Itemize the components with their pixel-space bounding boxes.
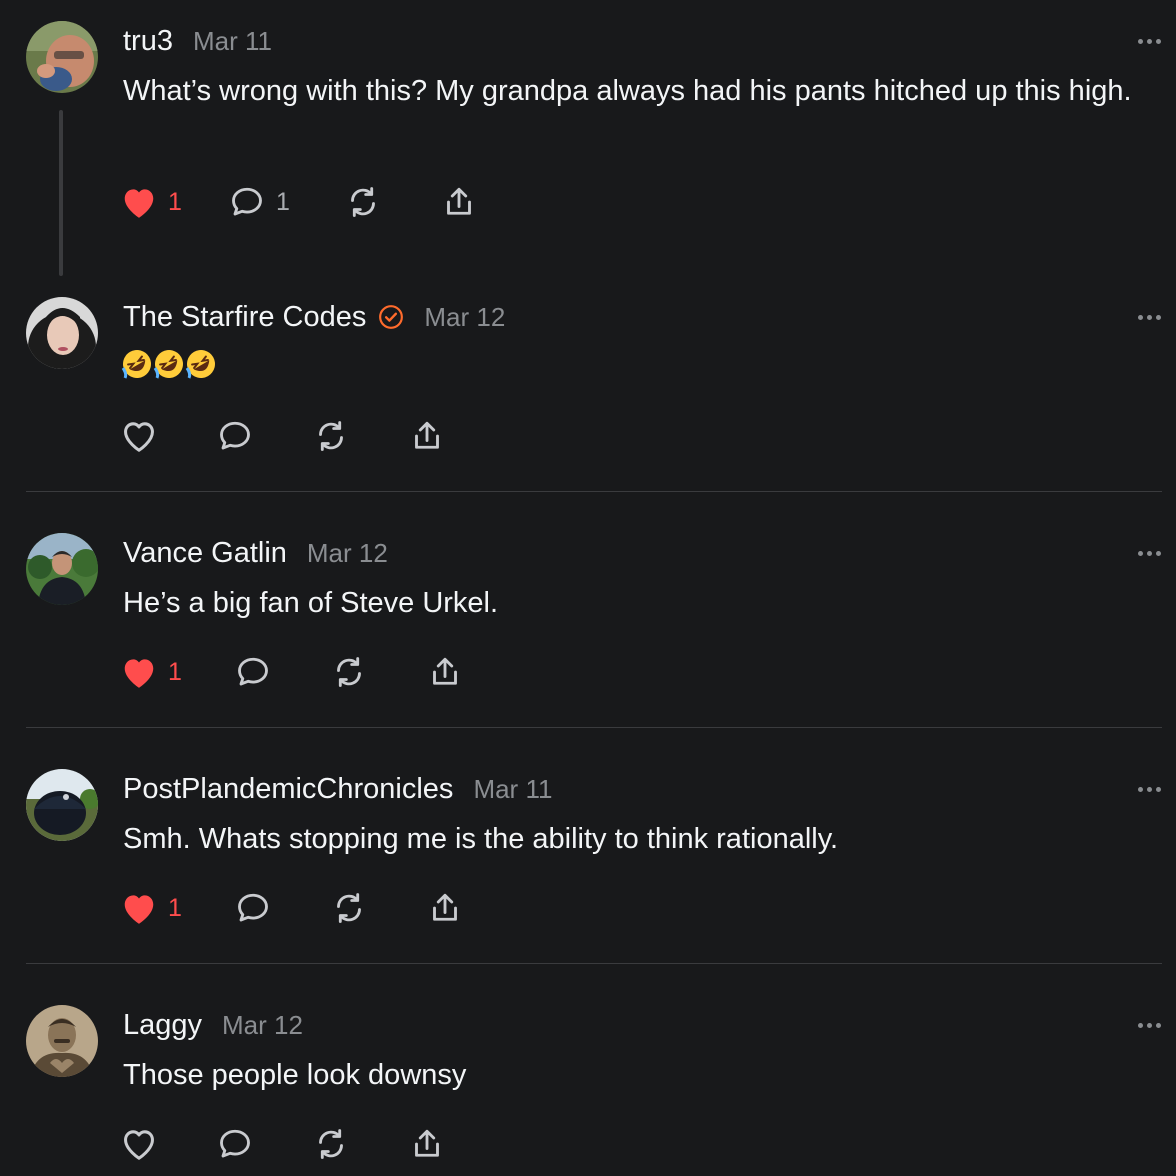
comment-bubble-icon bbox=[234, 890, 272, 926]
repost-button[interactable] bbox=[330, 886, 426, 930]
comment-button[interactable] bbox=[216, 1122, 312, 1166]
avatar-vance-gatlin[interactable] bbox=[26, 533, 98, 605]
more-options-icon[interactable] bbox=[1136, 784, 1162, 794]
comment-bubble-icon bbox=[234, 654, 272, 690]
comment-button[interactable] bbox=[234, 650, 330, 694]
more-options-icon[interactable] bbox=[1136, 1020, 1162, 1030]
post-date: Mar 12 bbox=[306, 537, 388, 568]
share-icon bbox=[440, 184, 478, 220]
post-starfire: The Starfire Codes Mar 12 🤣🤣🤣 bbox=[0, 290, 1176, 492]
post-actions: 1 1 bbox=[120, 180, 478, 224]
share-button[interactable] bbox=[426, 650, 464, 694]
post-date: Mar 11 bbox=[192, 25, 272, 56]
heart-icon bbox=[120, 1126, 158, 1162]
rofl-emoji-icon bbox=[153, 348, 185, 380]
post-text: What’s wrong with this? My grandpa alway… bbox=[123, 75, 1132, 107]
username[interactable]: Laggy bbox=[123, 1009, 202, 1042]
avatar-starfire[interactable] bbox=[26, 297, 98, 369]
share-button[interactable] bbox=[426, 886, 464, 930]
heart-icon bbox=[120, 654, 158, 690]
share-icon bbox=[408, 418, 446, 454]
like-count: 1 bbox=[168, 187, 182, 216]
heart-icon bbox=[120, 890, 158, 926]
post-postplandemicchronicles: PostPlandemicChronicles Mar 11 Smh. What… bbox=[0, 728, 1176, 964]
post-date: Mar 12 bbox=[424, 301, 506, 332]
comment-bubble-icon bbox=[216, 418, 254, 454]
share-button[interactable] bbox=[408, 1122, 446, 1166]
avatar-laggy[interactable] bbox=[26, 1005, 98, 1077]
username[interactable]: Vance Gatlin bbox=[123, 537, 287, 570]
post-laggy: Laggy Mar 12 Those people look downsy bbox=[0, 964, 1176, 1176]
like-count: 1 bbox=[168, 657, 182, 686]
share-icon bbox=[426, 890, 464, 926]
post-header: PostPlandemicChronicles Mar 11 bbox=[123, 769, 552, 809]
comment-button[interactable] bbox=[216, 414, 312, 458]
heart-icon bbox=[120, 184, 158, 220]
verified-badge-icon bbox=[378, 304, 404, 330]
comment-button[interactable] bbox=[234, 886, 330, 930]
post-text: Smh. Whats stopping me is the ability to… bbox=[123, 823, 839, 855]
username[interactable]: The Starfire Codes bbox=[123, 301, 366, 334]
post-vance-gatlin: Vance Gatlin Mar 12 He’s a big fan of St… bbox=[0, 492, 1176, 728]
like-button[interactable]: 1 bbox=[120, 180, 228, 224]
post-date: Mar 12 bbox=[222, 1009, 303, 1040]
username[interactable]: PostPlandemicChronicles bbox=[123, 773, 453, 806]
comment-count: 1 bbox=[276, 187, 290, 216]
repost-button[interactable] bbox=[330, 650, 426, 694]
comment-button[interactable]: 1 bbox=[228, 180, 344, 224]
post-actions bbox=[120, 1122, 446, 1166]
like-count: 1 bbox=[168, 893, 182, 922]
comment-bubble-icon bbox=[216, 1126, 254, 1162]
post-date: Mar 11 bbox=[473, 773, 553, 804]
post-tru3: tru3 Mar 11 What’s wrong with this? My g… bbox=[0, 0, 1176, 290]
avatar-postplandemicchronicles[interactable] bbox=[26, 769, 98, 841]
repost-button[interactable] bbox=[344, 180, 440, 224]
repost-icon bbox=[330, 654, 368, 690]
more-options-icon[interactable] bbox=[1136, 312, 1162, 322]
post-header: The Starfire Codes Mar 12 bbox=[123, 297, 505, 337]
repost-icon bbox=[330, 890, 368, 926]
rofl-emoji-icon bbox=[121, 348, 153, 380]
heart-icon bbox=[120, 418, 158, 454]
share-button[interactable] bbox=[440, 180, 478, 224]
like-button[interactable]: 1 bbox=[120, 650, 234, 694]
post-text-emoji: 🤣🤣🤣 bbox=[121, 348, 217, 380]
post-text: Those people look downsy bbox=[123, 1059, 467, 1091]
repost-icon bbox=[312, 1126, 350, 1162]
rofl-emoji-icon bbox=[185, 348, 217, 380]
like-button[interactable] bbox=[120, 1122, 216, 1166]
repost-icon bbox=[344, 184, 382, 220]
post-actions: 1 bbox=[120, 886, 464, 930]
post-header: Laggy Mar 12 bbox=[123, 1005, 303, 1045]
like-button[interactable]: 1 bbox=[120, 886, 234, 930]
post-header: Vance Gatlin Mar 12 bbox=[123, 533, 388, 573]
share-icon bbox=[408, 1126, 446, 1162]
like-button[interactable] bbox=[120, 414, 216, 458]
repost-button[interactable] bbox=[312, 1122, 408, 1166]
username[interactable]: tru3 bbox=[123, 25, 173, 58]
thread-line bbox=[59, 110, 63, 276]
comment-bubble-icon bbox=[228, 184, 266, 220]
avatar-tru3[interactable] bbox=[26, 21, 98, 93]
post-text: He’s a big fan of Steve Urkel. bbox=[123, 587, 499, 619]
more-options-icon[interactable] bbox=[1136, 36, 1162, 46]
repost-button[interactable] bbox=[312, 414, 408, 458]
share-icon bbox=[426, 654, 464, 690]
post-actions bbox=[120, 414, 446, 458]
post-header: tru3 Mar 11 bbox=[123, 21, 272, 61]
repost-icon bbox=[312, 418, 350, 454]
more-options-icon[interactable] bbox=[1136, 548, 1162, 558]
post-actions: 1 bbox=[120, 650, 464, 694]
share-button[interactable] bbox=[408, 414, 446, 458]
